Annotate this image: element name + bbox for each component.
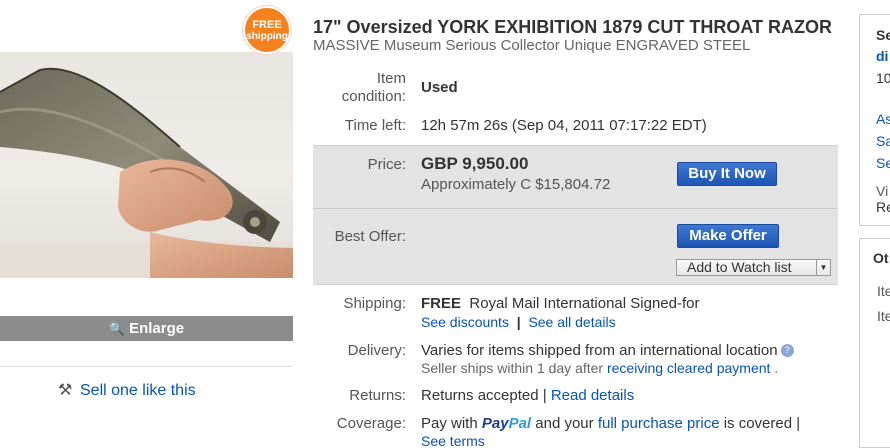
price-approx: Approximately C $15,804.72	[421, 176, 611, 193]
paypal-logo-pal: Pal	[508, 415, 532, 432]
price-value: GBP 9,950.00	[421, 154, 529, 173]
watch-label: Add to Watch list	[687, 259, 792, 275]
razor-photo-image	[0, 67, 293, 278]
shipping-links: See discounts | See all details	[421, 314, 616, 330]
add-to-watch-list-button[interactable]: Add to Watch list ▼	[676, 259, 831, 276]
buy-it-now-button[interactable]: Buy It Now	[677, 162, 777, 186]
seller-link-2[interactable]: Sa	[876, 133, 890, 149]
make-offer-button[interactable]: Make Offer	[677, 224, 779, 248]
badge-line2: shipping	[246, 31, 288, 42]
receiving-cleared-payment-link[interactable]: receiving cleared payment	[607, 360, 770, 376]
ships-within-period: .	[774, 360, 779, 376]
condition-label-line1: Item	[376, 70, 406, 87]
seller-score: 10	[876, 70, 890, 86]
see-all-details-link[interactable]: See all details	[528, 314, 615, 330]
coverage-label: Coverage:	[336, 415, 406, 432]
other-options-panel	[859, 238, 890, 448]
other-item-2: Ite	[877, 308, 890, 324]
returns-text: Returns accepted |	[421, 387, 547, 404]
best-offer-label: Best Offer:	[334, 228, 406, 245]
condition-label: Item condition:	[313, 70, 406, 106]
free-shipping-badge: FREE shipping	[243, 6, 291, 54]
shipping-label: Shipping:	[343, 295, 406, 312]
see-discounts-link[interactable]: See discounts	[421, 314, 509, 330]
ships-within-text: Seller ships within 1 day after	[421, 360, 604, 376]
other-item-1: Ite	[877, 283, 890, 299]
paypal-logo: PayPal	[482, 415, 531, 432]
other-panel-heading: Ot	[873, 250, 889, 266]
enlarge-button[interactable]: 🔍 Enlarge	[0, 316, 293, 341]
full-purchase-price-link[interactable]: full purchase price	[598, 415, 720, 432]
delivery-value: Varies for items shipped from an interna…	[421, 342, 794, 359]
condition-label-line2: condition:	[341, 88, 406, 105]
help-icon[interactable]: ?	[780, 344, 794, 357]
time-left-label: Time left:	[344, 117, 406, 134]
product-photo[interactable]	[0, 52, 293, 278]
seller-link-3[interactable]: Se	[876, 155, 890, 171]
sell-one-like-this-link[interactable]: ⚒ Sell one like this	[58, 380, 196, 400]
ships-within: Seller ships within 1 day after receivin…	[421, 360, 778, 376]
listing-subtitle: MASSIVE Museum Serious Collector Unique …	[313, 37, 751, 54]
coverage-and-your: and your	[535, 415, 594, 432]
time-left-value: 12h 57m 26s (Sep 04, 2011 07:17:22 EDT)	[421, 117, 707, 134]
shipping-separator: |	[516, 314, 521, 330]
see-terms-link[interactable]: See terms	[421, 433, 485, 448]
seller-panel-heading: Se	[876, 27, 890, 43]
seller-visit-label: Vi	[876, 183, 889, 199]
seller-link-1[interactable]: As	[876, 111, 890, 127]
listing-title: 17" Oversized YORK EXHIBITION 1879 CUT T…	[313, 17, 832, 37]
seller-store-name[interactable]: Re	[876, 199, 890, 215]
badge-line1: FREE	[252, 19, 282, 31]
shipping-method: Royal Mail International Signed-for	[469, 295, 700, 312]
see-terms-label: See terms	[421, 433, 485, 448]
divider	[0, 366, 293, 367]
magnifier-icon: 🔍	[108, 321, 126, 336]
delivery-label: Delivery:	[347, 342, 406, 359]
seller-name-link[interactable]: di	[876, 48, 888, 64]
read-details-link[interactable]: Read details	[551, 387, 634, 404]
gavel-icon: ⚒	[58, 382, 73, 399]
coverage-value: Pay with PayPal and your full purchase p…	[421, 415, 800, 432]
delivery-text: Varies for items shipped from an interna…	[421, 342, 778, 359]
enlarge-label: Enlarge	[129, 320, 185, 337]
coverage-is-covered: is covered |	[723, 415, 801, 432]
paypal-logo-pay: Pay	[481, 415, 509, 432]
returns-label: Returns:	[349, 387, 406, 404]
condition-value: Used	[421, 79, 458, 96]
sell-one-label: Sell one like this	[80, 382, 196, 399]
shipping-value: FREE Royal Mail International Signed-for	[421, 295, 699, 312]
returns-value: Returns accepted | Read details	[421, 387, 634, 404]
coverage-pay-with: Pay with	[421, 415, 478, 432]
price-label: Price:	[367, 156, 406, 173]
shipping-free: FREE	[421, 295, 462, 312]
chevron-down-icon[interactable]: ▼	[816, 260, 830, 275]
